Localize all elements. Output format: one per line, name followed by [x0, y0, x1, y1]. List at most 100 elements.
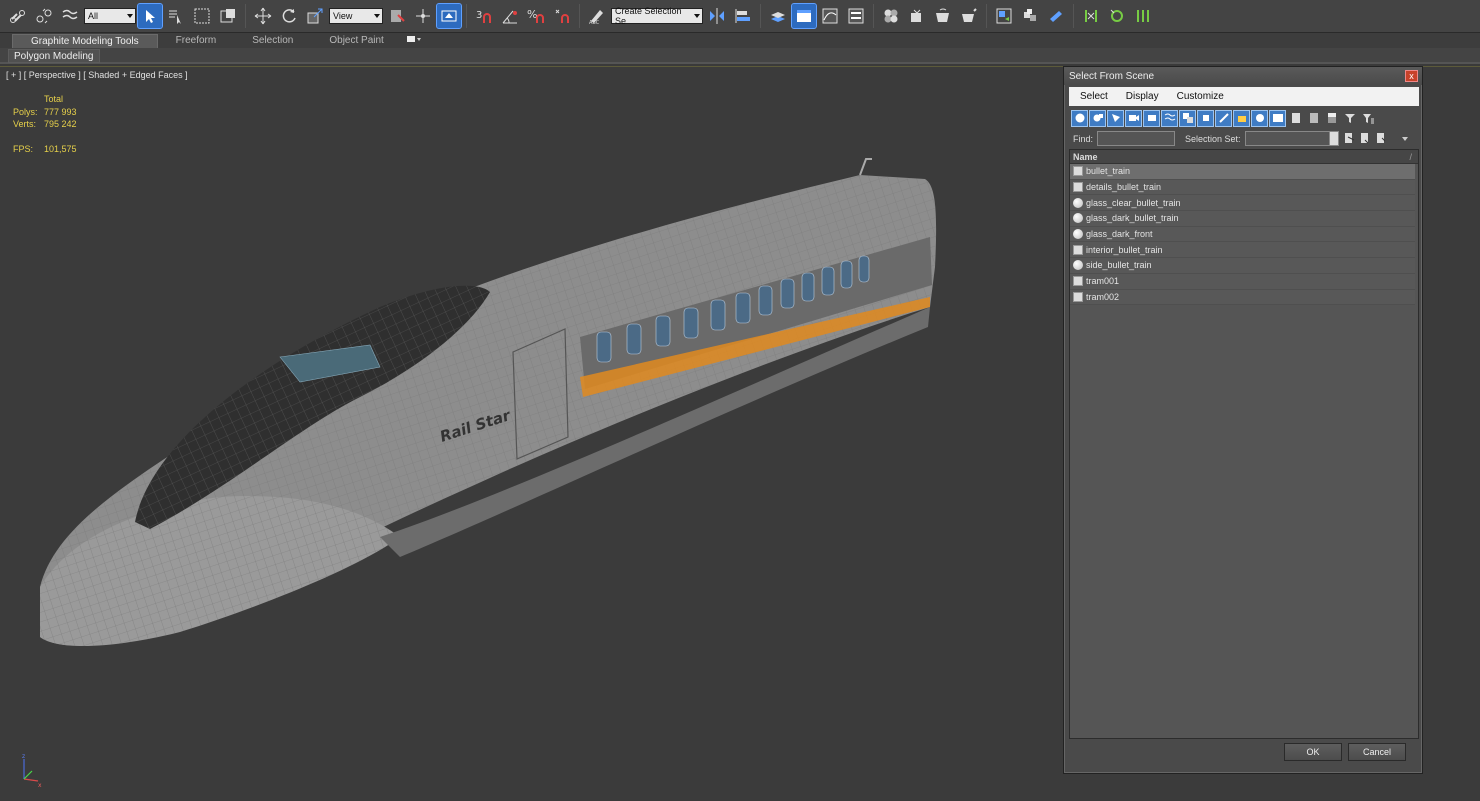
display-filter-toolbar — [1071, 109, 1376, 127]
main-toolbar: All View 3 % ABC Create Selection Se — [0, 0, 1480, 33]
tab-freeform[interactable]: Freeform — [158, 34, 235, 48]
groups-filter-icon[interactable] — [1179, 109, 1196, 127]
container-icon[interactable] — [1018, 4, 1042, 28]
tab-graphite-modeling-tools[interactable]: Graphite Modeling Tools — [12, 33, 158, 48]
align-icon[interactable] — [731, 4, 755, 28]
move-icon[interactable] — [251, 4, 275, 28]
menu-select[interactable]: Select — [1080, 91, 1108, 102]
list-item[interactable]: bullet_train — [1070, 164, 1415, 180]
manipulate-icon[interactable] — [411, 4, 435, 28]
display-invert-icon[interactable] — [1323, 110, 1340, 127]
add-to-set-icon[interactable] — [1359, 132, 1371, 146]
ribbon-options-icon[interactable] — [402, 34, 426, 48]
polygon-modeling-panel-button[interactable]: Polygon Modeling — [8, 49, 100, 63]
shapes-filter-icon[interactable] — [1089, 109, 1106, 127]
hidden-filter-icon[interactable] — [1269, 109, 1286, 127]
ok-button[interactable]: OK — [1284, 743, 1342, 761]
mirror-icon[interactable] — [705, 4, 729, 28]
list-item-label: bullet_train — [1086, 166, 1131, 177]
ribbon-tab-bar: Graphite Modeling Tools Freeform Selecti… — [0, 33, 1480, 48]
geometry-filter-icon[interactable] — [1071, 109, 1088, 127]
sphere-object-icon — [1073, 260, 1083, 271]
track-icon-1[interactable] — [1079, 4, 1103, 28]
toolbar-divider — [1073, 4, 1074, 28]
angle-snap-icon[interactable] — [498, 4, 522, 28]
helpers-filter-icon[interactable] — [1143, 109, 1160, 127]
cameras-filter-icon[interactable] — [1125, 109, 1142, 127]
render-production-icon[interactable] — [957, 4, 981, 28]
scene-explorer-icon[interactable] — [791, 3, 817, 29]
list-item[interactable]: side_bullet_train — [1070, 258, 1415, 274]
rendered-frame-icon[interactable] — [931, 4, 955, 28]
link-icon[interactable] — [6, 4, 30, 28]
tab-object-paint[interactable]: Object Paint — [311, 34, 401, 48]
dialog-menu-bar: Select Display Customize — [1069, 87, 1419, 106]
viewport-label[interactable]: [ + ] [ Perspective ] [ Shaded + Edged F… — [6, 70, 188, 80]
stats-verts-label: Verts: — [13, 119, 37, 129]
list-item[interactable]: glass_dark_bullet_train — [1070, 211, 1415, 227]
dialog-title: Select From Scene — [1069, 70, 1155, 82]
viewport-layout-icon[interactable] — [992, 4, 1016, 28]
name-column-header[interactable]: Name / — [1070, 150, 1418, 164]
select-from-scene-dialog: Select From Scene x Select Display Custo… — [1063, 66, 1423, 774]
list-item[interactable]: interior_bullet_train — [1070, 242, 1415, 259]
menu-display[interactable]: Display — [1126, 91, 1159, 102]
ribbon-panel: Polygon Modeling — [0, 48, 1480, 64]
xrefs-filter-icon[interactable] — [1197, 109, 1214, 127]
sort-indicator-icon: / — [1409, 152, 1412, 162]
menu-customize[interactable]: Customize — [1177, 91, 1224, 102]
edit-named-selection-icon[interactable]: ABC — [585, 4, 609, 28]
selection-filter-dropdown[interactable]: All — [84, 8, 136, 24]
cylinder-tool-icon[interactable] — [1044, 4, 1068, 28]
tab-selection[interactable]: Selection — [234, 34, 311, 48]
containers-filter-icon[interactable] — [1233, 109, 1250, 127]
spacewarps-filter-icon[interactable] — [1161, 109, 1178, 127]
bones-filter-icon[interactable] — [1215, 109, 1232, 127]
list-item[interactable]: glass_clear_bullet_train — [1070, 195, 1415, 212]
cancel-button[interactable]: Cancel — [1348, 743, 1406, 761]
filter-icon[interactable] — [1341, 110, 1358, 127]
schematic-view-icon[interactable] — [844, 4, 868, 28]
select-set-members-icon[interactable] — [1343, 132, 1355, 146]
select-by-name-icon[interactable] — [164, 4, 188, 28]
bind-spacewarp-icon[interactable] — [58, 4, 82, 28]
list-item[interactable]: tram002 — [1070, 289, 1415, 306]
list-item[interactable]: tram001 — [1070, 273, 1415, 290]
frozen-filter-icon[interactable] — [1251, 109, 1268, 127]
percent-snap-icon[interactable]: % — [524, 4, 548, 28]
material-editor-icon[interactable] — [879, 4, 903, 28]
remove-from-set-icon[interactable] — [1375, 132, 1387, 146]
spinner-snap-icon[interactable] — [550, 4, 574, 28]
snaps-toggle-icon[interactable]: 3 — [472, 4, 496, 28]
close-icon[interactable]: x — [1405, 70, 1418, 82]
render-setup-icon[interactable] — [905, 4, 929, 28]
lights-filter-icon[interactable] — [1107, 109, 1124, 127]
unlink-icon[interactable] — [32, 4, 56, 28]
pivot-center-icon[interactable] — [385, 4, 409, 28]
select-object-icon[interactable] — [137, 3, 163, 29]
layer-manager-icon[interactable] — [766, 4, 790, 28]
rectangular-selection-icon[interactable] — [190, 4, 214, 28]
scale-icon[interactable] — [303, 4, 327, 28]
track-icon-2[interactable] — [1105, 4, 1129, 28]
window-crossing-icon[interactable] — [216, 4, 240, 28]
selection-set-dropdown[interactable] — [1244, 131, 1339, 146]
display-none-icon[interactable] — [1305, 110, 1322, 127]
dialog-title-bar[interactable]: Select From Scene x — [1064, 67, 1422, 85]
list-item[interactable]: glass_dark_front — [1070, 226, 1415, 243]
advanced-filter-icon[interactable] — [1359, 110, 1376, 127]
keyboard-shortcut-icon[interactable] — [436, 3, 462, 29]
list-item[interactable]: details_bullet_train — [1070, 179, 1415, 196]
curve-editor-icon[interactable] — [818, 4, 842, 28]
track-icon-3[interactable] — [1131, 4, 1155, 28]
rotate-icon[interactable] — [277, 4, 301, 28]
scene-object-list[interactable]: Name / bullet_train details_bullet_train g… — [1069, 149, 1419, 739]
named-selection-set-dropdown[interactable]: Create Selection Se — [611, 6, 703, 26]
svg-text:%: % — [527, 8, 537, 21]
stats-total-label: Total — [44, 94, 64, 104]
options-dropdown-icon[interactable] — [1401, 134, 1409, 144]
reference-coordinate-dropdown[interactable]: View — [329, 8, 383, 24]
find-input[interactable] — [1097, 131, 1176, 146]
display-all-icon[interactable] — [1287, 110, 1304, 127]
sphere-object-icon — [1073, 213, 1083, 224]
